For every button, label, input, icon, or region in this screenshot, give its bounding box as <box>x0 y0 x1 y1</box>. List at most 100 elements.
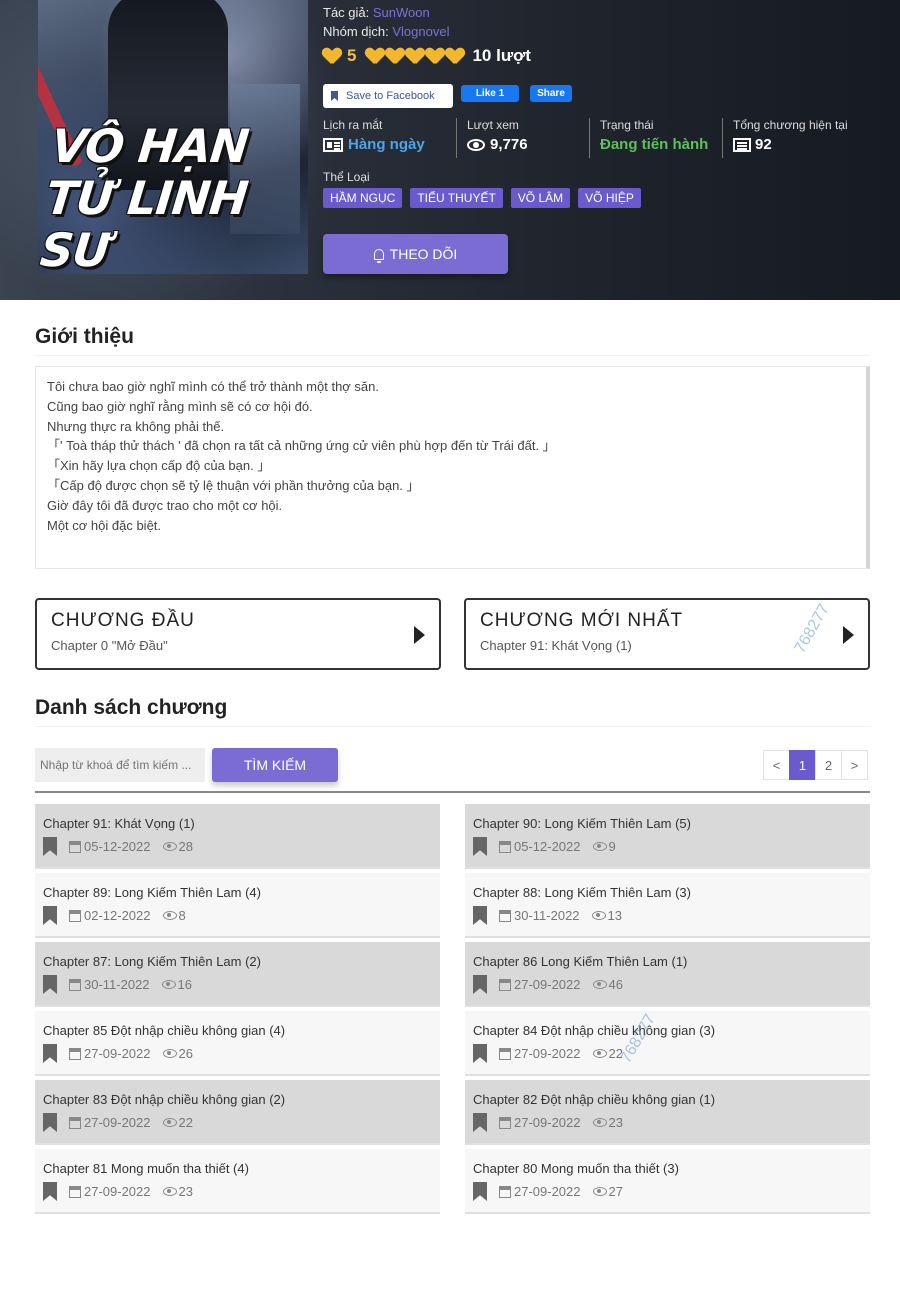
bookmark-icon[interactable] <box>43 1044 57 1063</box>
heart-icon[interactable] <box>406 48 424 64</box>
chapter-views: 8 <box>178 908 186 923</box>
genre-tag[interactable]: VÕ LÂM <box>510 188 571 208</box>
calendar-icon <box>69 909 81 922</box>
heart-icon[interactable] <box>446 48 464 64</box>
chapter-title[interactable]: Chapter 85 Đột nhập chiều không gian (4) <box>43 1023 432 1038</box>
group-link[interactable]: Vlognovel <box>392 24 449 39</box>
genre-tag[interactable]: HẦM NGỤC <box>323 188 403 208</box>
chapter-item[interactable]: Chapter 84 Đột nhập chiều không gian (3)… <box>465 1011 870 1076</box>
chapter-date: 27-09-2022 <box>514 1046 581 1061</box>
bookmark-icon[interactable] <box>43 1113 57 1132</box>
chapter-item[interactable]: Chapter 83 Đột nhập chiều không gian (2)… <box>35 1080 440 1145</box>
hero-banner: VÔ HẠN TỬ LINH SƯ Tác giả: SunWoon Nhóm … <box>0 0 900 300</box>
chapter-item[interactable]: Chapter 85 Đột nhập chiều không gian (4)… <box>35 1011 440 1076</box>
chapter-list-title: Danh sách chương <box>35 696 228 719</box>
chapter-title[interactable]: Chapter 89: Long Kiếm Thiên Lam (4) <box>43 885 432 900</box>
bookmark-icon[interactable] <box>43 1182 57 1201</box>
chapter-title[interactable]: Chapter 87: Long Kiếm Thiên Lam (2) <box>43 954 432 969</box>
latest-chapter-button[interactable]: CHƯƠNG MỚI NHẤT Chapter 91: Khát Vọng (1… <box>464 598 870 670</box>
pagination: < 1 2 > <box>763 750 868 780</box>
chapter-views: 26 <box>178 1046 193 1061</box>
chapter-title[interactable]: Chapter 83 Đột nhập chiều không gian (2) <box>43 1092 432 1107</box>
chapter-item[interactable]: Chapter 87: Long Kiếm Thiên Lam (2) 30-11… <box>35 942 440 1007</box>
chapter-title[interactable]: Chapter 84 Đột nhập chiều không gian (3) <box>473 1023 862 1038</box>
heart-icon[interactable] <box>366 48 384 64</box>
calendar-icon <box>499 840 511 853</box>
bookmark-icon[interactable] <box>473 1044 487 1063</box>
stat-status: Trạng thái Đang tiến hành <box>589 118 722 158</box>
chapter-item[interactable]: Chapter 82 Đột nhập chiều không gian (1)… <box>465 1080 870 1145</box>
heart-icon[interactable] <box>426 48 444 64</box>
bookmark-icon[interactable] <box>473 906 487 925</box>
heart-icon <box>323 48 341 64</box>
chapter-views: 16 <box>177 977 193 992</box>
eye-icon <box>162 1049 177 1058</box>
chapter-date: 27-09-2022 <box>514 977 581 992</box>
chapter-date: 05-12-2022 <box>84 839 151 854</box>
chapter-date: 27-09-2022 <box>84 1184 151 1199</box>
bookmark-icon[interactable] <box>473 1113 487 1132</box>
bookmark-icon[interactable] <box>43 837 57 856</box>
chapter-title[interactable]: Chapter 86 Long Kiếm Thiên Lam (1) <box>473 954 862 969</box>
chapter-date: 27-09-2022 <box>84 1115 151 1130</box>
chapter-item[interactable]: Chapter 88: Long Kiếm Thiên Lam (3) 30-11… <box>465 873 870 938</box>
genre-tag[interactable]: VÕ HIỆP <box>578 188 641 208</box>
chapter-title[interactable]: Chapter 82 Đột nhập chiều không gian (1) <box>473 1092 862 1107</box>
chapter-search-input[interactable] <box>35 748 205 782</box>
follow-button[interactable]: THEO DÕI <box>323 234 508 274</box>
stat-views: Lượt xem 9,776 <box>456 118 589 158</box>
chapter-date: 02-12-2022 <box>84 908 151 923</box>
chapter-item[interactable]: Chapter 80 Mong muốn tha thiết (3) 27-09-… <box>465 1149 870 1214</box>
search-button[interactable]: TÌM KIẾM <box>212 748 338 782</box>
bookmark-icon[interactable] <box>473 975 487 994</box>
chapter-views: 46 <box>608 977 623 992</box>
page-2[interactable]: 2 <box>815 750 842 780</box>
divider <box>35 355 870 356</box>
calendar-icon <box>69 1116 81 1129</box>
author-link[interactable]: SunWoon <box>373 5 430 20</box>
eye-icon <box>591 911 606 920</box>
calendar-icon <box>69 978 81 991</box>
rating: 5 10 lượt <box>323 46 531 66</box>
heart-icon[interactable] <box>386 48 404 64</box>
intro-text: Tôi chưa bao giờ nghĩ mình có thể trở th… <box>35 366 870 569</box>
bookmark-icon[interactable] <box>43 906 57 925</box>
genre-tag[interactable]: TIỂU THUYẾT <box>410 188 503 208</box>
calendar-icon <box>499 1116 511 1129</box>
chapter-views: 28 <box>178 839 193 854</box>
bookmark-icon[interactable] <box>473 837 487 856</box>
first-chapter-button[interactable]: CHƯƠNG ĐẦU Chapter 0 "Mở Đầu" <box>35 598 441 670</box>
eye-icon <box>467 138 485 151</box>
chapter-date: 27-09-2022 <box>514 1115 581 1130</box>
chapter-item[interactable]: Chapter 81 Mong muốn tha thiết (4) 27-09-… <box>35 1149 440 1214</box>
list-icon <box>733 137 751 152</box>
chapter-date: 30-11-2022 <box>84 977 150 992</box>
chapter-item[interactable]: Chapter 86 Long Kiếm Thiên Lam (1) 27-09-… <box>465 942 870 1007</box>
facebook-like-button[interactable]: Like 1 <box>461 85 519 102</box>
page-prev[interactable]: < <box>763 750 790 780</box>
chapter-date: 30-11-2022 <box>514 908 580 923</box>
chapter-date: 27-09-2022 <box>514 1184 581 1199</box>
chapter-title[interactable]: Chapter 81 Mong muốn tha thiết (4) <box>43 1161 432 1176</box>
chapter-title[interactable]: Chapter 90: Long Kiếm Thiên Lam (5) <box>473 816 862 831</box>
chapter-title[interactable]: Chapter 88: Long Kiếm Thiên Lam (3) <box>473 885 862 900</box>
facebook-share-button[interactable]: Share <box>530 85 572 102</box>
chapter-item[interactable]: Chapter 89: Long Kiếm Thiên Lam (4) 02-12… <box>35 873 440 938</box>
calendar-icon <box>69 1047 81 1060</box>
page-1[interactable]: 1 <box>789 750 816 780</box>
eye-icon <box>592 1118 607 1127</box>
bookmark-icon[interactable] <box>43 975 57 994</box>
eye-icon <box>592 842 607 851</box>
chapter-item[interactable]: Chapter 91: Khát Vọng (1) 05-12-2022 28 <box>35 804 440 869</box>
chapter-title[interactable]: Chapter 91: Khát Vọng (1) <box>43 816 432 831</box>
save-to-facebook-button[interactable]: Save to Facebook <box>323 84 453 108</box>
stat-release: Lịch ra mắt Hàng ngày <box>323 118 425 153</box>
calendar-icon <box>69 1185 81 1198</box>
chapter-item[interactable]: Chapter 90: Long Kiếm Thiên Lam (5) 05-12… <box>465 804 870 869</box>
chapter-title[interactable]: Chapter 80 Mong muốn tha thiết (3) <box>473 1161 862 1176</box>
eye-icon <box>161 980 176 989</box>
eye-icon <box>592 1049 607 1058</box>
bookmark-icon[interactable] <box>473 1182 487 1201</box>
chapter-views: 27 <box>608 1184 623 1199</box>
page-next[interactable]: > <box>841 750 868 780</box>
